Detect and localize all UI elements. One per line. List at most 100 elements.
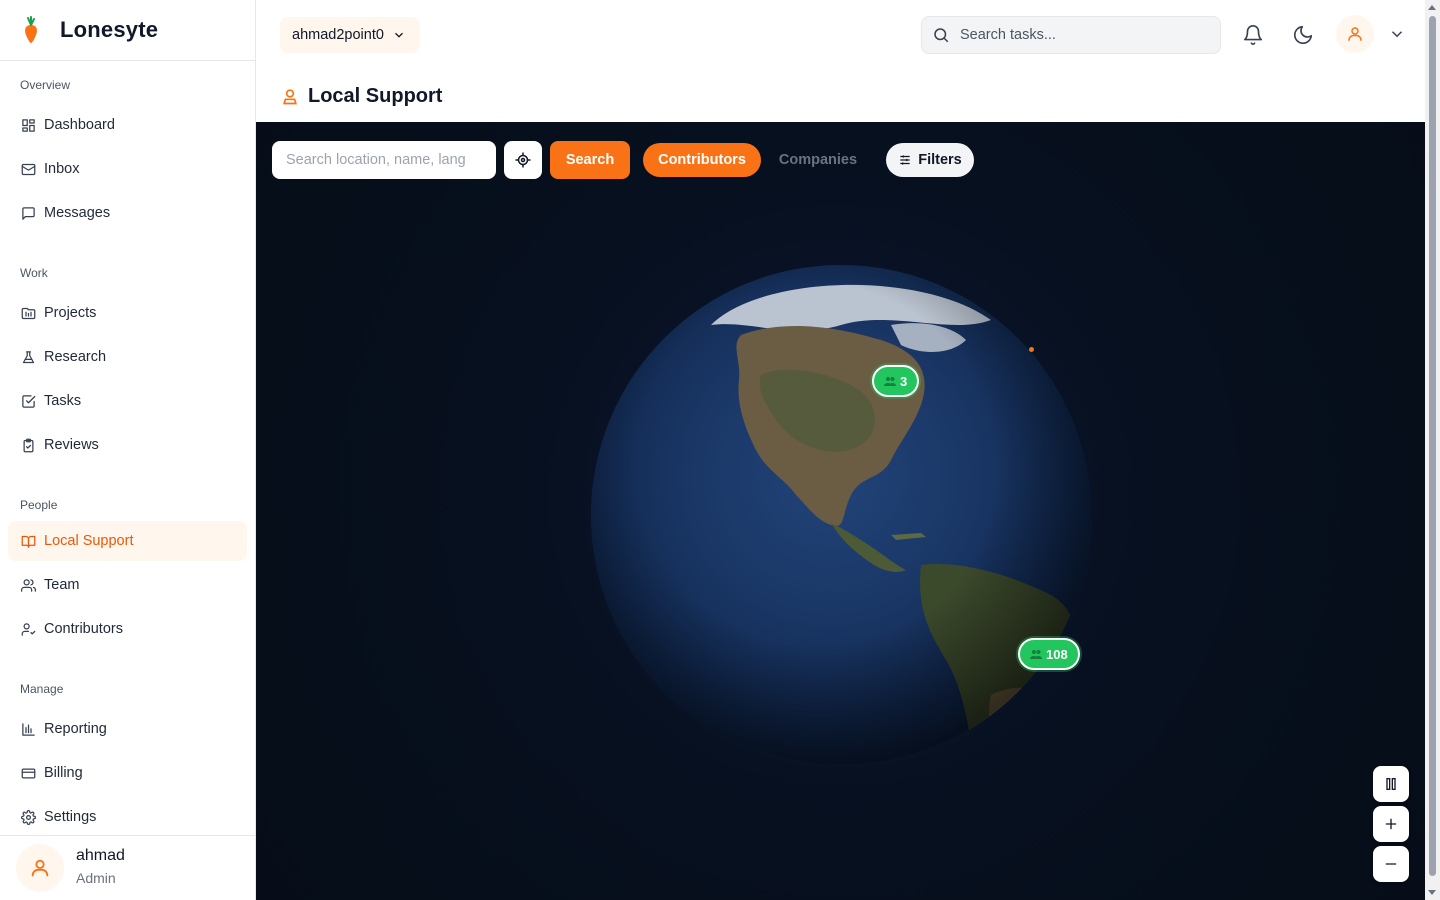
sidebar-item-label: Research	[44, 349, 107, 365]
sidebar: Lonesyte Overview Dashboard Inbox Messag…	[0, 0, 256, 900]
location-search[interactable]	[272, 141, 496, 179]
org-switcher[interactable]: ahmad2point0	[280, 17, 420, 53]
mail-icon	[20, 161, 36, 177]
sidebar-item-reviews[interactable]: Reviews	[8, 425, 247, 465]
org-name: ahmad2point0	[292, 27, 384, 43]
scroll-down-arrow[interactable]	[1428, 890, 1436, 895]
user-check-icon	[20, 621, 36, 637]
user-icon	[1348, 27, 1362, 41]
sidebar-item-reporting[interactable]: Reporting	[8, 709, 247, 749]
dashboard-icon	[20, 117, 36, 133]
sidebar-item-label: Team	[44, 577, 80, 593]
sidebar-item-label: Settings	[44, 809, 97, 825]
carrot-logo-icon	[25, 16, 37, 43]
avatar	[1336, 15, 1374, 53]
task-search-input[interactable]	[960, 27, 1200, 43]
sidebar-item-research[interactable]: Research	[8, 337, 247, 377]
section-title-people: People	[20, 498, 58, 512]
pause-rotation-button[interactable]	[1373, 766, 1409, 802]
page-header: Local Support	[256, 70, 1426, 122]
zoom-out-button[interactable]	[1373, 846, 1409, 882]
sidebar-item-dashboard[interactable]: Dashboard	[8, 105, 247, 145]
users-icon	[20, 577, 36, 593]
cluster-count: 108	[1046, 646, 1068, 662]
theme-toggle-button[interactable]	[1283, 15, 1323, 55]
cluster-marker-south-america[interactable]: 108	[1018, 638, 1080, 670]
sidebar-item-settings[interactable]: Settings	[8, 797, 247, 837]
sidebar-item-local-support[interactable]: Local Support	[8, 521, 247, 561]
sidebar-item-label: Inbox	[44, 161, 80, 177]
folder-icon	[20, 305, 36, 321]
tab-contributors[interactable]: Contributors	[643, 143, 761, 177]
profile-menu-button[interactable]	[1336, 15, 1406, 53]
scroll-up-arrow[interactable]	[1428, 5, 1436, 10]
locate-me-button[interactable]	[504, 141, 542, 179]
task-search[interactable]	[921, 16, 1221, 54]
message-icon	[20, 205, 36, 221]
globe-landmass	[591, 265, 1091, 765]
zoom-in-button[interactable]	[1373, 806, 1409, 842]
user-icon	[31, 859, 49, 877]
crosshair-icon	[515, 152, 531, 168]
location-marker[interactable]	[1029, 347, 1034, 352]
section-title-work: Work	[20, 266, 48, 280]
brand[interactable]: Lonesyte	[0, 0, 255, 61]
book-icon	[20, 533, 36, 549]
sidebar-item-label: Contributors	[44, 621, 123, 637]
sliders-icon	[900, 155, 910, 165]
sidebar-item-tasks[interactable]: Tasks	[8, 381, 247, 421]
sidebar-item-projects[interactable]: Projects	[8, 293, 247, 333]
users-icon	[884, 377, 896, 386]
sidebar-item-label: Local Support	[44, 533, 134, 549]
page-title: Local Support	[308, 84, 443, 107]
globe-map[interactable]: 3 108 Search Contributors Companies Filt…	[256, 122, 1425, 900]
sidebar-item-label: Reporting	[44, 721, 107, 737]
topbar: ahmad2point0	[256, 0, 1426, 70]
flask-icon	[20, 349, 36, 365]
globe[interactable]	[591, 265, 1091, 765]
users-icon	[1030, 650, 1042, 659]
cluster-marker-north-america[interactable]: 3	[872, 365, 920, 397]
page-scrollbar[interactable]	[1425, 0, 1440, 900]
sidebar-item-billing[interactable]: Billing	[8, 753, 247, 793]
sidebar-item-messages[interactable]: Messages	[8, 193, 247, 233]
tab-companies[interactable]: Companies	[766, 143, 870, 177]
bar-chart-icon	[20, 721, 36, 737]
avatar	[16, 844, 64, 892]
filters-label: Filters	[918, 152, 962, 168]
sidebar-item-label: Messages	[44, 205, 111, 221]
sidebar-item-label: Projects	[44, 305, 97, 321]
brand-name: Lonesyte	[60, 17, 159, 42]
bell-icon	[1243, 25, 1263, 45]
clipboard-icon	[20, 437, 36, 453]
sidebar-item-contributors[interactable]: Contributors	[8, 609, 247, 649]
sidebar-item-label: Billing	[44, 765, 83, 781]
minus-icon	[1385, 863, 1397, 865]
search-icon	[934, 28, 949, 43]
location-user-icon	[283, 89, 297, 105]
credit-card-icon	[20, 765, 36, 781]
scroll-thumb[interactable]	[1429, 16, 1436, 876]
user-info: ahmad Admin	[76, 846, 125, 890]
chevron-down-icon	[1391, 31, 1403, 38]
cluster-count: 3	[900, 373, 908, 389]
pause-icon	[1386, 778, 1396, 790]
search-button[interactable]: Search	[550, 141, 630, 179]
section-title-overview: Overview	[20, 78, 71, 92]
filters-button[interactable]: Filters	[886, 143, 974, 177]
plus-icon	[1385, 818, 1397, 830]
sidebar-item-label: Dashboard	[44, 117, 115, 133]
sidebar-item-label: Tasks	[44, 393, 82, 409]
checkbox-icon	[20, 393, 36, 409]
sidebar-item-team[interactable]: Team	[8, 565, 247, 605]
user-role: Admin	[76, 870, 116, 886]
notifications-button[interactable]	[1233, 15, 1273, 55]
moon-icon	[1293, 25, 1313, 45]
sidebar-nav: Overview Dashboard Inbox Messages Work P…	[0, 77, 255, 837]
sidebar-user[interactable]: ahmad Admin	[0, 835, 255, 900]
section-title-manage: Manage	[20, 682, 64, 696]
gear-icon	[20, 809, 36, 825]
location-search-input[interactable]	[286, 152, 466, 168]
chevron-down-icon	[394, 32, 403, 38]
sidebar-item-inbox[interactable]: Inbox	[8, 149, 247, 189]
